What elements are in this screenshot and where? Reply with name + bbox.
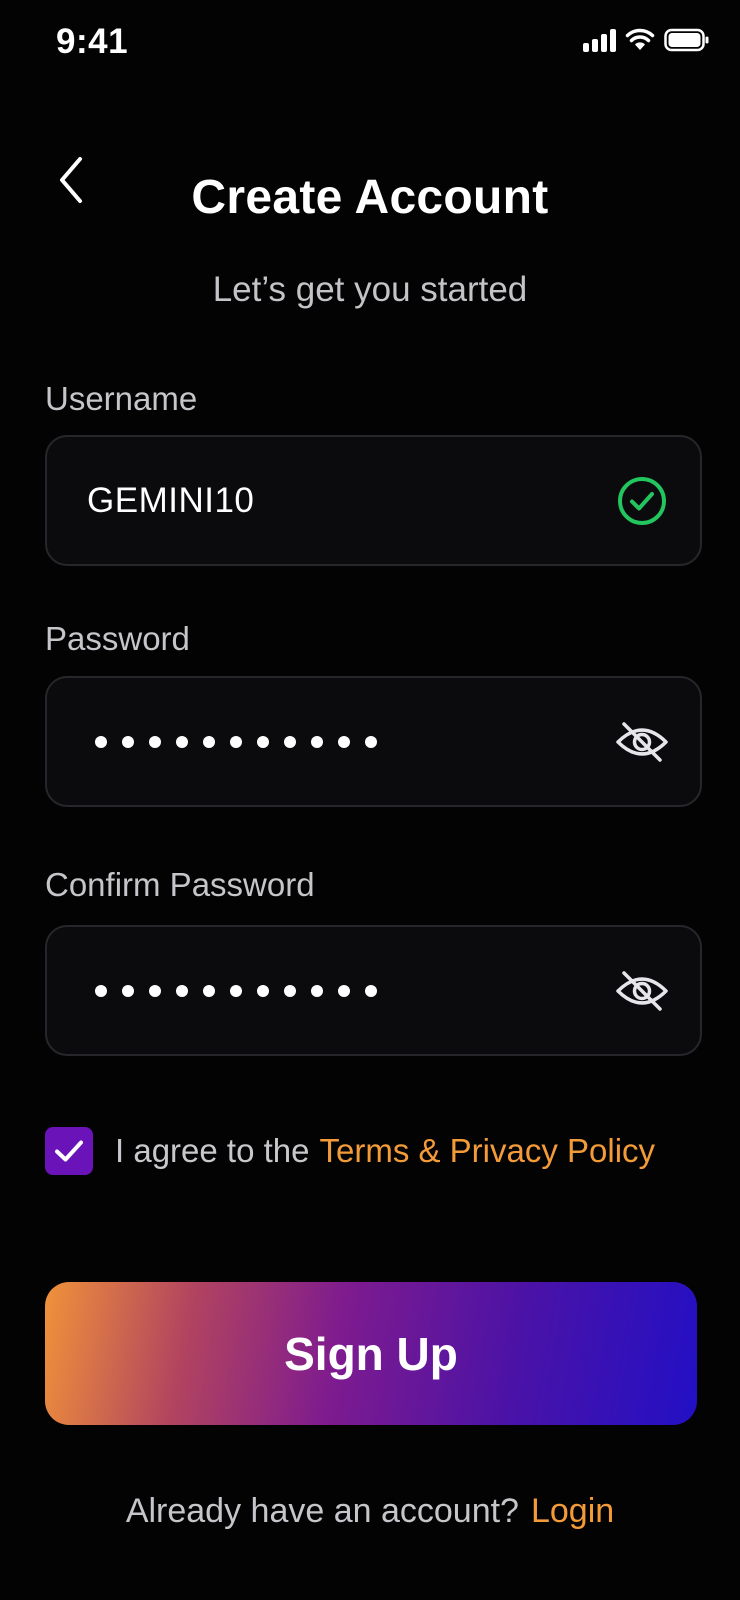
mask-dot [311,984,323,997]
mask-dot [122,735,134,748]
mask-dot [95,984,107,997]
username-value[interactable]: GEMINI10 [87,437,254,564]
username-label: Username [45,380,198,417]
login-prompt-text: Already have an account? [125,1492,519,1530]
battery-icon [664,28,709,52]
password-label: Password [45,620,190,657]
status-time: 9:41 [56,22,129,61]
mask-dot [257,984,269,997]
terms-checkbox[interactable] [45,1127,93,1175]
wifi-icon [625,28,655,50]
confirm-password-label: Confirm Password [45,866,315,903]
page-subtitle: Let’s get you started [212,270,528,309]
mask-dot [284,984,296,997]
password-field[interactable] [45,676,702,807]
sign-up-button[interactable]: Sign Up [45,1282,697,1425]
signal-icon [583,28,616,52]
terms-text: I agree to the [115,1132,310,1169]
terms-row: I agree to the Terms & Privacy Policy [45,1126,655,1176]
mask-dot [338,984,350,997]
confirm-password-field[interactable] [45,925,702,1056]
page-title: Create Account [191,171,549,224]
terms-privacy-link[interactable]: Terms & Privacy Policy [319,1132,655,1170]
mask-dot [311,735,323,748]
mask-dot [338,735,350,748]
login-link[interactable]: Login [531,1492,614,1530]
login-prompt: Already have an account? Login [0,1492,740,1531]
eye-off-icon[interactable] [614,714,670,770]
eye-off-icon[interactable] [614,963,670,1019]
mask-dot [176,735,188,748]
mask-dot [365,984,377,997]
mask-dot [95,735,107,748]
create-account-screen: 9:41 Create Account Let’s get you starte… [0,0,740,1600]
checkmark-icon [55,1140,83,1162]
mask-dot [230,984,242,997]
status-bar: 9:41 [0,0,740,90]
check-circle-icon [614,473,670,529]
password-masked-value[interactable] [95,678,377,805]
mask-dot [284,735,296,748]
mask-dot [257,735,269,748]
mask-dot [203,735,215,748]
mask-dot [176,984,188,997]
username-field[interactable]: GEMINI10 [45,435,702,566]
mask-dot [149,735,161,748]
mask-dot [203,984,215,997]
confirm-password-masked-value[interactable] [95,927,377,1054]
mask-dot [230,735,242,748]
mask-dot [122,984,134,997]
mask-dot [149,984,161,997]
status-icons [583,28,710,52]
mask-dot [365,735,377,748]
